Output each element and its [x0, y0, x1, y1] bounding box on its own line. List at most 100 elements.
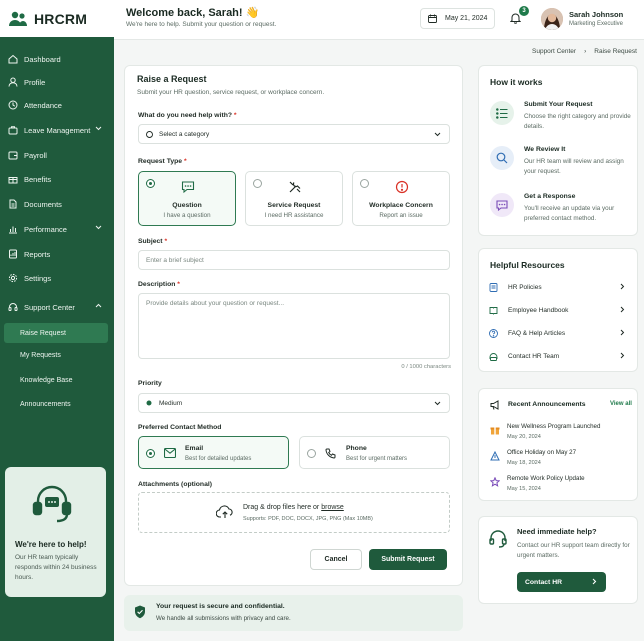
breadcrumb-separator: ›: [584, 48, 587, 55]
circle-icon: [146, 130, 153, 138]
announcement-date: May 18, 2024: [507, 460, 541, 466]
wallet-icon: [7, 150, 18, 161]
top-header: Welcome back, Sarah! 👋 We're here to hel…: [114, 0, 644, 40]
priority-label: Priority: [138, 380, 162, 387]
sidebar-item-profile[interactable]: Profile: [0, 72, 114, 92]
chevron-right-icon: [620, 283, 625, 290]
avatar[interactable]: [541, 8, 563, 30]
priority-select[interactable]: Medium: [138, 393, 450, 413]
radio-unselected[interactable]: [253, 179, 262, 188]
sidebar-item-documents[interactable]: Documents: [0, 194, 114, 214]
sidebar-item-settings[interactable]: Settings: [0, 268, 114, 288]
description-textarea[interactable]: Provide details about your question or r…: [138, 293, 450, 359]
chart-icon: [7, 224, 18, 235]
contact-option-email[interactable]: Email Best for detailed updates: [138, 436, 289, 469]
help-card-text: Our HR team typically responds within 24…: [15, 554, 97, 581]
chevron-up-icon: [95, 303, 102, 308]
step-desc: Our HR team will review and assign your …: [524, 158, 624, 175]
sidebar-item-benefits[interactable]: Benefits: [0, 169, 114, 189]
contact-method-label: Preferred Contact Method: [138, 424, 222, 431]
breadcrumb-parent[interactable]: Support Center: [532, 48, 576, 55]
chevron-right-icon: [620, 352, 625, 359]
announcement-name[interactable]: New Wellness Program Launched: [507, 423, 600, 430]
sidebar-item-support-center[interactable]: Support Center: [0, 297, 114, 317]
how-it-works-title: How it works: [490, 77, 543, 87]
contact-hr-button[interactable]: Contact HR: [517, 572, 606, 592]
cancel-button[interactable]: Cancel: [310, 549, 362, 570]
phone-icon: [325, 448, 336, 459]
contact-hr-label: Contact HR: [525, 578, 563, 586]
secure-banner: Your request is secure and confidential.…: [124, 595, 463, 631]
brand-name: HRCRM: [34, 10, 88, 27]
sidebar-item-leave-management[interactable]: Leave Management: [0, 120, 114, 140]
sidebar-item-attendance[interactable]: Attendance: [0, 95, 114, 115]
welcome-subtitle: We're here to help. Submit your question…: [126, 21, 277, 28]
sidebar-subitem-raise-request[interactable]: Raise Request: [4, 323, 108, 343]
category-select[interactable]: Select a category: [138, 124, 450, 144]
form-title: Raise a Request: [137, 74, 207, 84]
how-it-works-card: How it works Submit Your Request Choose …: [478, 65, 638, 236]
sidebar-subitem-announcements[interactable]: Announcements: [4, 394, 108, 414]
resource-item-contact-hr-team[interactable]: Contact HR Team: [489, 348, 629, 364]
announcement-name[interactable]: Office Holiday on May 27: [507, 449, 576, 456]
announcements-title: Recent Announcements: [508, 401, 586, 408]
headset-icon: [488, 529, 508, 549]
file-dropzone[interactable]: Drag & drop files here or browse Support…: [138, 492, 450, 533]
priority-value: Medium: [159, 399, 183, 407]
submit-request-button[interactable]: Submit Request: [369, 549, 447, 570]
chevron-down-icon: [95, 126, 102, 131]
dropzone-text: Drag & drop files here or browse: [243, 504, 344, 511]
policy-icon: [489, 282, 498, 292]
subject-input[interactable]: Enter a brief subject: [138, 250, 450, 270]
resource-item-employee-handbook[interactable]: Employee Handbook: [489, 302, 629, 318]
help-card: We're here to help! Our HR team typicall…: [5, 467, 106, 597]
sidebar-item-payroll[interactable]: Payroll: [0, 145, 114, 165]
clock-icon: [7, 100, 18, 111]
current-date: May 21, 2024: [445, 15, 488, 22]
shield-check-icon: [134, 605, 146, 619]
step-title: We Review It: [524, 146, 566, 153]
radio-unselected[interactable]: [307, 449, 316, 458]
step-title: Submit Your Request: [524, 101, 593, 108]
type-option-workplace-concern[interactable]: Workplace Concern Report an issue: [352, 171, 450, 226]
contact-name: Email: [185, 445, 204, 452]
type-option-question[interactable]: Question I have a question: [138, 171, 236, 226]
step-desc: You'll receive an update via your prefer…: [524, 205, 615, 222]
sidebar-item-label: Settings: [24, 273, 52, 283]
sidebar-item-reports[interactable]: Reports: [0, 244, 114, 264]
sidebar-item-label: Dashboard: [24, 54, 61, 64]
contact-option-phone[interactable]: Phone Best for urgent matters: [299, 436, 450, 469]
browse-link[interactable]: browse: [321, 504, 344, 511]
sidebar-item-label: Profile: [24, 77, 46, 87]
resource-label: HR Policies: [508, 283, 542, 291]
sidebar-item-label: Performance: [24, 224, 67, 234]
char-counter: 0 / 1000 characters: [401, 364, 451, 370]
radio-selected[interactable]: [146, 449, 155, 458]
date-picker[interactable]: May 21, 2024: [420, 8, 495, 29]
sidebar-item-dashboard[interactable]: Dashboard: [0, 49, 114, 69]
announcement-date: May 20, 2024: [507, 434, 541, 440]
view-all-link[interactable]: View all: [610, 401, 632, 407]
type-option-service-request[interactable]: Service Request I need HR assistance: [245, 171, 343, 226]
user-icon: [7, 77, 18, 88]
sidebar-subitem-knowledge-base[interactable]: Knowledge Base: [4, 370, 108, 390]
type-desc: I have a question: [163, 212, 211, 219]
sidebar-subitem-my-requests[interactable]: My Requests: [4, 345, 108, 365]
form-subtitle: Submit your HR question, service request…: [137, 89, 325, 96]
resource-item-hr-policies[interactable]: HR Policies: [489, 279, 629, 295]
sidebar-item-label: Leave Management: [24, 125, 91, 135]
category-placeholder: Select a category: [159, 130, 210, 138]
radio-selected[interactable]: [146, 179, 155, 188]
chevron-down-icon: [434, 132, 441, 137]
resource-label: Contact HR Team: [508, 352, 560, 360]
sidebar-item-performance[interactable]: Performance: [0, 219, 114, 239]
subject-label: Subject *: [138, 238, 168, 245]
announcement-name[interactable]: Remote Work Policy Update: [507, 475, 585, 482]
resource-item-faq[interactable]: FAQ & Help Articles: [489, 325, 629, 341]
brand-logo-icon: [8, 11, 28, 27]
megaphone-icon: [490, 400, 501, 410]
radio-unselected[interactable]: [360, 179, 369, 188]
brand[interactable]: HRCRM: [0, 0, 114, 37]
chevron-right-icon: [620, 329, 625, 336]
gear-icon: [7, 273, 18, 284]
